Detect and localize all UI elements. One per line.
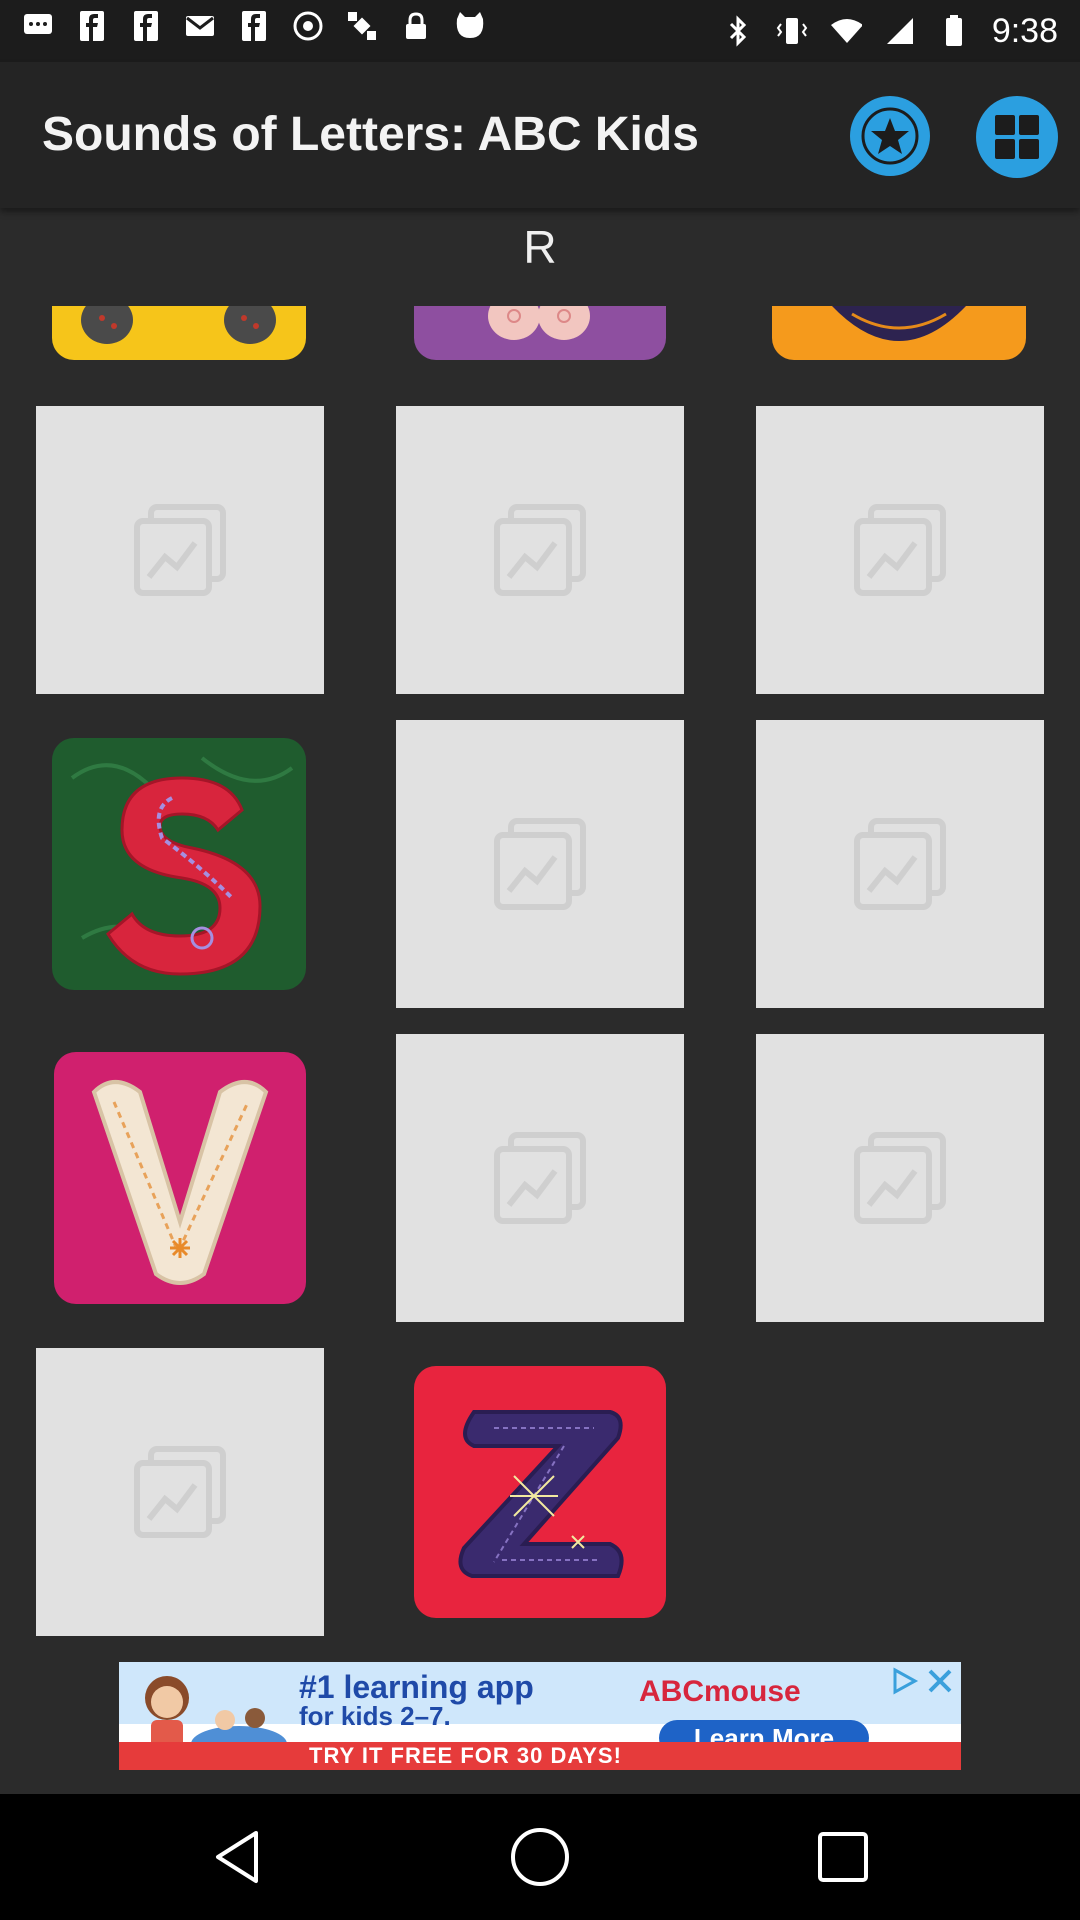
image-placeholder-icon — [854, 1132, 946, 1224]
battery-icon — [938, 15, 970, 47]
letter-tile[interactable] — [52, 306, 306, 360]
image-placeholder-icon — [854, 818, 946, 910]
letter-tile-placeholder[interactable] — [756, 720, 1044, 1008]
close-icon[interactable] — [923, 1664, 957, 1698]
message-icon — [22, 10, 54, 42]
letter-tile-placeholder[interactable] — [36, 1348, 324, 1636]
image-placeholder-icon — [494, 818, 586, 910]
back-icon — [216, 1831, 258, 1883]
facebook-icon — [130, 10, 162, 42]
orange-letter-tile-image — [832, 306, 966, 341]
letter-tile-v[interactable] — [54, 1052, 306, 1304]
clock: 9:38 — [991, 12, 1058, 50]
home-icon — [511, 1828, 569, 1886]
recents-button[interactable] — [808, 1822, 878, 1892]
star-icon — [861, 107, 919, 165]
satellite-icon — [346, 10, 378, 42]
app-title: Sounds of Letters: ABC Kids — [42, 108, 699, 161]
image-placeholder-icon — [854, 504, 946, 596]
ad-brand: ABCmouse — [639, 1675, 801, 1708]
facebook-icon — [76, 10, 108, 42]
status-bar: 9:38 — [0, 0, 1080, 62]
letter-tile[interactable] — [772, 306, 1026, 360]
ad-headline: #1 learning app — [299, 1669, 534, 1705]
letter-s-image — [70, 756, 294, 976]
section-header: R — [523, 221, 557, 273]
ad-choices-icon[interactable] — [889, 1666, 919, 1696]
navigation-bar — [0, 1794, 1080, 1920]
image-placeholder-icon — [134, 504, 226, 596]
facebook-icon — [238, 10, 270, 42]
letter-tile-s[interactable] — [52, 738, 306, 990]
letter-tile-placeholder[interactable] — [756, 1034, 1044, 1322]
home-button[interactable] — [505, 1822, 575, 1892]
image-placeholder-icon — [494, 504, 586, 596]
letter-tile-placeholder[interactable] — [396, 1034, 684, 1322]
grid-view-button[interactable] — [976, 96, 1058, 178]
notification-icons — [22, 10, 486, 42]
purple-letter-tile-image — [488, 306, 590, 340]
cat-icon — [454, 10, 486, 42]
letter-z-image — [458, 1410, 624, 1578]
vibrate-icon — [776, 15, 808, 47]
ad-banner[interactable]: #1 learning app for kids 2–7. ABCmouse L… — [119, 1662, 961, 1770]
image-placeholder-icon — [494, 1132, 586, 1224]
letter-v-image — [91, 1080, 269, 1285]
app-bar: Sounds of Letters: ABC Kids — [0, 62, 1080, 208]
vpn-icon — [292, 10, 324, 42]
recents-icon — [818, 1832, 868, 1882]
ad-promo-text: TRY IT FREE FOR 30 DAYS! — [309, 1743, 622, 1768]
letter-tile-placeholder[interactable] — [756, 406, 1044, 694]
letter-tile-placeholder[interactable] — [396, 406, 684, 694]
image-placeholder-icon — [134, 1446, 226, 1538]
yellow-letter-tile-image — [81, 306, 276, 344]
letter-tile-placeholder[interactable] — [396, 720, 684, 1008]
letter-tile-z[interactable] — [414, 1366, 666, 1618]
back-button[interactable] — [202, 1822, 272, 1892]
grid-icon — [995, 115, 1039, 159]
signal-icon — [884, 15, 916, 47]
wifi-icon — [830, 15, 862, 47]
mail-icon — [184, 10, 216, 42]
letter-tile-placeholder[interactable] — [36, 406, 324, 694]
lock-icon — [400, 10, 432, 42]
ad-promo-strip: TRY IT FREE FOR 30 DAYS! — [119, 1742, 961, 1770]
bluetooth-icon — [722, 15, 754, 47]
system-icons: 9:38 — [722, 10, 1058, 52]
ad-subline: for kids 2–7. — [299, 1701, 451, 1731]
letter-tile[interactable] — [414, 306, 666, 360]
favorites-button[interactable] — [850, 96, 930, 176]
